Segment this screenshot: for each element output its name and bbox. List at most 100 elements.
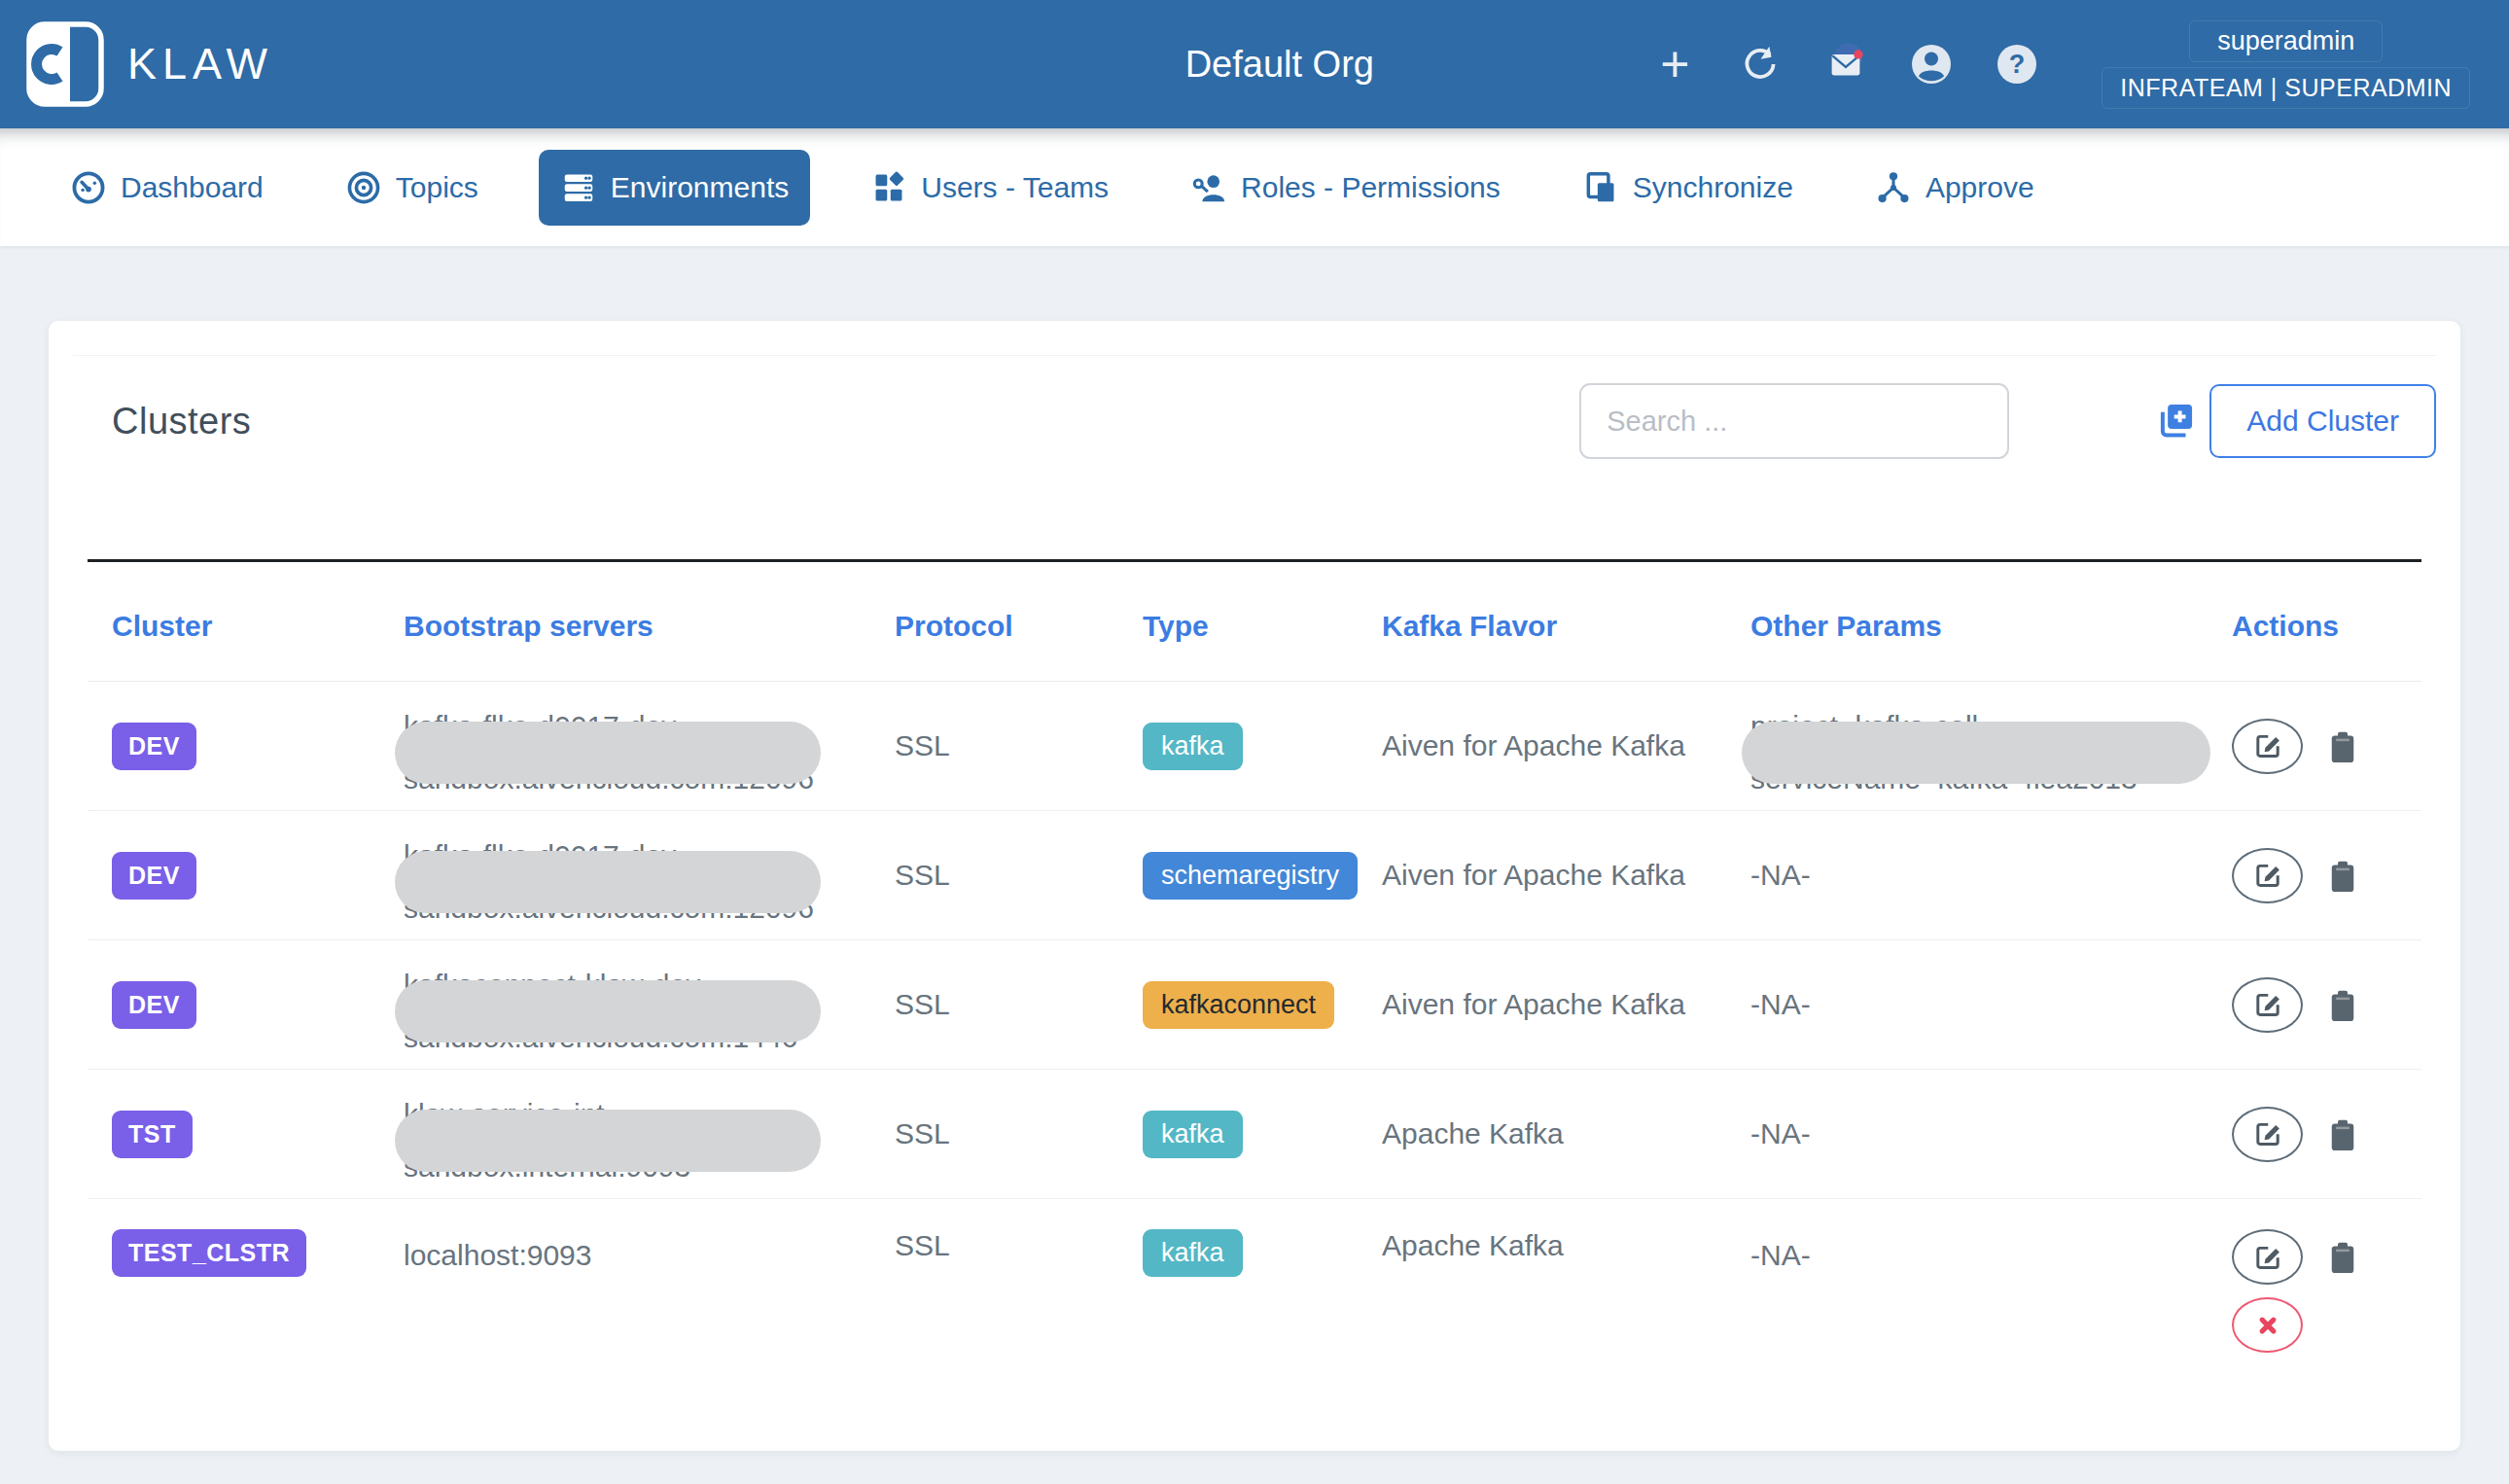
cluster-type-badge: schemaregistry: [1143, 852, 1358, 900]
kafka-flavor-cell: Apache Kafka: [1382, 1117, 1750, 1150]
tab-topics[interactable]: Topics: [324, 150, 500, 226]
table-header-row: ClusterBootstrap serversProtocolTypeKafk…: [88, 559, 2421, 682]
edit-icon: [2251, 988, 2284, 1021]
tab-dashboard[interactable]: Dashboard: [49, 150, 285, 226]
tab-label: Approve: [1926, 171, 2034, 204]
username[interactable]: superadmin: [2189, 20, 2383, 62]
copy-cluster-button[interactable]: [2328, 860, 2357, 898]
type-cell: kafka: [1143, 1111, 1382, 1158]
table-row: TST klaw-service-int sandbox.internal:90…: [88, 1070, 2421, 1199]
tab-roles-permissions[interactable]: Roles - Permissions: [1169, 150, 1522, 226]
dashboard-gauge-icon: [70, 169, 107, 206]
cluster-env-badge: DEV: [112, 852, 196, 900]
cluster-env-badge: TEST_CLSTR: [112, 1229, 306, 1277]
tab-label: Environments: [611, 171, 789, 204]
table-row: DEV kafkaconnect-klaw-dev sandbox.aivenc…: [88, 940, 2421, 1070]
add-request-button[interactable]: +: [1652, 41, 1697, 88]
bootstrap-servers-cell: klaw-service-int sandbox.internal:9093: [404, 1075, 895, 1193]
tab-users-teams[interactable]: Users - Teams: [849, 150, 1130, 226]
help-icon: ?: [1995, 41, 2039, 88]
copy-cluster-button[interactable]: [2328, 730, 2357, 768]
search-input[interactable]: [1579, 383, 2009, 459]
actions-cell: [2232, 848, 2421, 903]
help-button[interactable]: ?: [1995, 41, 2039, 88]
copy-cluster-button[interactable]: [2328, 1241, 2357, 1279]
cluster-type-badge: kafka: [1143, 723, 1243, 770]
clusters-table: ClusterBootstrap serversProtocolTypeKafk…: [88, 559, 2421, 1408]
cluster-type-badge: kafka: [1143, 1229, 1243, 1277]
redaction-overlay: [395, 1110, 821, 1172]
protocol-cell: SSL: [895, 988, 1143, 1021]
main-content: Clusters Add Cluster ClusterBootstrap se…: [0, 246, 2509, 1451]
approve-share-icon: [1875, 169, 1912, 206]
edit-icon: [2251, 1117, 2284, 1150]
bootstrap-servers-cell: kafkaconnect-klaw-dev sandbox.aivencloud…: [404, 945, 895, 1064]
delete-x-icon: [2255, 1313, 2280, 1338]
edit-cluster-button[interactable]: [2232, 848, 2303, 903]
tab-synchronize[interactable]: Synchronize: [1561, 150, 1815, 226]
cluster-cell: TEST_CLSTR: [88, 1229, 404, 1277]
kafka-flavor-cell: Aiven for Apache Kafka: [1382, 729, 1750, 762]
clusters-card: Clusters Add Cluster ClusterBootstrap se…: [49, 321, 2460, 1451]
cluster-env-badge: DEV: [112, 981, 196, 1029]
column-header-protocol: Protocol: [895, 610, 1143, 643]
tab-approve[interactable]: Approve: [1854, 150, 2056, 226]
add-collection-icon[interactable]: [2155, 401, 2196, 442]
column-header-type: Type: [1143, 610, 1382, 643]
protocol-cell: SSL: [895, 859, 1143, 892]
other-params-cell: project=kafka-coll serviceName=kafka-4le…: [1750, 687, 2232, 805]
redaction-overlay: [395, 851, 821, 913]
kafka-flavor-cell: Apache Kafka: [1382, 1229, 1750, 1262]
clipboard-icon: [2328, 860, 2357, 895]
roles-key-user-icon: [1190, 169, 1227, 206]
column-header-bootstrap-servers: Bootstrap servers: [404, 610, 895, 643]
bootstrap-servers-cell: localhost:9093: [404, 1229, 895, 1282]
user-icon: [1909, 41, 1954, 88]
copy-cluster-button[interactable]: [2328, 989, 2357, 1027]
actions-cell: [2232, 1107, 2421, 1162]
actions-cell: [2232, 719, 2421, 774]
column-header-actions: Actions: [2232, 610, 2421, 643]
type-cell: kafka: [1143, 1229, 1382, 1277]
add-cluster-button[interactable]: Add Cluster: [2209, 384, 2436, 458]
cluster-type-badge: kafkaconnect: [1143, 981, 1334, 1029]
table-row: DEV kafka-flke-d0017-dev sandbox.aivencl…: [88, 811, 2421, 940]
environments-server-icon: [560, 169, 597, 206]
other-params-cell: -NA-: [1750, 849, 2232, 901]
mail-icon: [1823, 32, 1868, 96]
refresh-button[interactable]: [1738, 41, 1783, 88]
protocol-cell: SSL: [895, 1229, 1143, 1262]
edit-cluster-button[interactable]: [2232, 1229, 2303, 1285]
column-header-other-params: Other Params: [1750, 610, 2232, 643]
type-cell: kafkaconnect: [1143, 981, 1382, 1029]
edit-cluster-button[interactable]: [2232, 977, 2303, 1033]
tab-label: Roles - Permissions: [1241, 171, 1501, 204]
edit-icon: [2251, 729, 2284, 762]
profile-button[interactable]: [1909, 41, 1954, 88]
redaction-overlay: [395, 722, 821, 784]
kafka-flavor-cell: Aiven for Apache Kafka: [1382, 859, 1750, 892]
other-params-cell: -NA-: [1750, 1229, 2232, 1282]
other-params-cell: -NA-: [1750, 978, 2232, 1031]
notifications-button[interactable]: [1823, 41, 1868, 88]
cluster-env-badge: TST: [112, 1111, 193, 1158]
type-cell: schemaregistry: [1143, 852, 1382, 900]
copy-cluster-button[interactable]: [2328, 1118, 2357, 1156]
table-row: DEV kafka-flke-d0017-dev sandbox.aivencl…: [88, 682, 2421, 811]
protocol-cell: SSL: [895, 1117, 1143, 1150]
tab-environments[interactable]: Environments: [539, 150, 810, 226]
edit-icon: [2251, 1241, 2284, 1274]
top-navbar: KLAW Default Org +: [0, 0, 2509, 128]
tab-label: Topics: [396, 171, 478, 204]
main-nav: Dashboard Topics Environments Users - Teams…: [0, 128, 2509, 246]
cluster-type-badge: kafka: [1143, 1111, 1243, 1158]
cluster-cell: TST: [88, 1111, 404, 1158]
clipboard-icon: [2328, 730, 2357, 765]
edit-cluster-button[interactable]: [2232, 1107, 2303, 1162]
delete-cluster-button[interactable]: [2232, 1297, 2303, 1353]
team-role[interactable]: INFRATEAM | SUPERADMIN: [2102, 67, 2470, 109]
edit-cluster-button[interactable]: [2232, 719, 2303, 774]
klaw-logo-icon: [24, 19, 106, 109]
brand[interactable]: KLAW: [24, 19, 273, 109]
tab-label: Dashboard: [121, 171, 264, 204]
